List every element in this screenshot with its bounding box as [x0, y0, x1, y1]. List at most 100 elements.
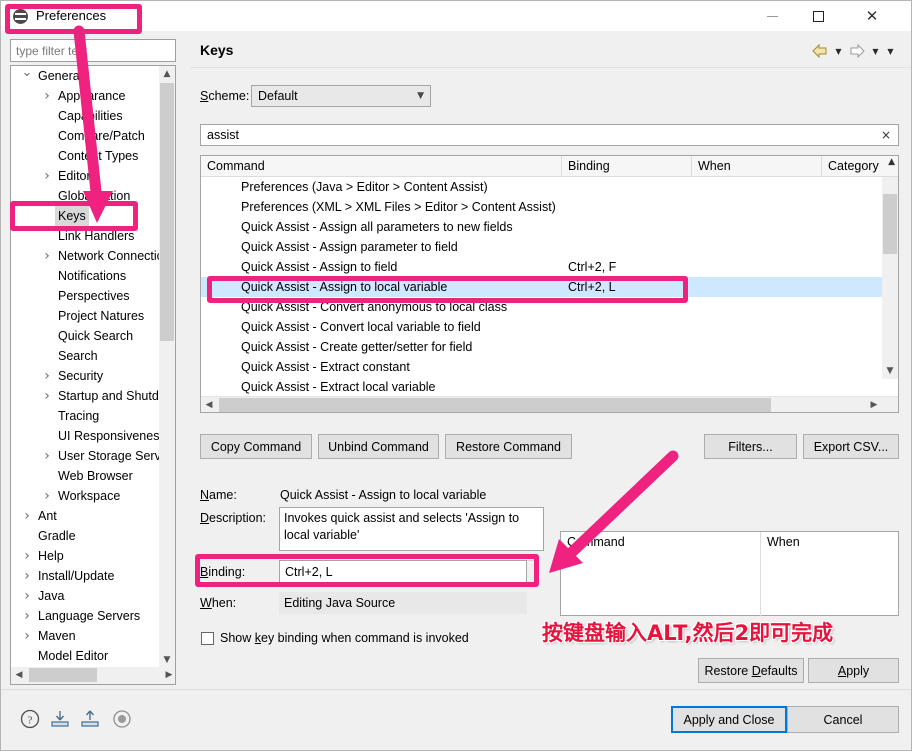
- sidebar-item-gradle[interactable]: Gradle: [11, 526, 161, 546]
- apply-button[interactable]: Apply: [808, 658, 899, 683]
- chevron-right-icon[interactable]: ›: [39, 366, 55, 386]
- table-row[interactable]: Preferences (Java > Editor > Content Ass…: [201, 177, 898, 197]
- sidebar-item-startup-and-shutdown[interactable]: ›Startup and Shutdown: [11, 386, 161, 406]
- sidebar-item-language-servers[interactable]: › Language Servers: [11, 606, 161, 626]
- scroll-left-icon[interactable]: ◀: [11, 667, 27, 684]
- scheme-select[interactable]: Default ▼: [251, 85, 431, 107]
- table-horizontal-scrollbar[interactable]: ◀ ▶: [201, 396, 898, 412]
- table-row[interactable]: Quick Assist - Assign all parameters to …: [201, 217, 898, 237]
- restore-defaults-button[interactable]: Restore Defaults: [698, 658, 804, 683]
- cancel-button[interactable]: Cancel: [787, 706, 899, 733]
- sidebar-item-notifications[interactable]: Notifications: [11, 266, 161, 286]
- filters-button[interactable]: Filters...: [704, 434, 797, 459]
- sidebar-item-capabilities[interactable]: Capabilities: [11, 106, 161, 126]
- chevron-right-icon[interactable]: ›: [19, 606, 35, 626]
- tree-horizontal-scrollbar[interactable]: ◀ ▶: [11, 667, 175, 684]
- sidebar-item-network-connections[interactable]: ›Network Connections: [11, 246, 161, 266]
- table-row[interactable]: Quick Assist - Convert local variable to…: [201, 317, 898, 337]
- column-header-when[interactable]: When: [692, 156, 822, 177]
- sidebar-item-editors[interactable]: › Editors: [11, 166, 161, 186]
- sidebar-item-link-handlers[interactable]: Link Handlers: [11, 226, 161, 246]
- sidebar-item-project-natures[interactable]: Project Natures: [11, 306, 161, 326]
- column-header-command[interactable]: Command: [201, 156, 562, 177]
- scroll-up-icon[interactable]: ▲: [159, 66, 175, 82]
- conflicts-column-when[interactable]: When: [761, 532, 898, 616]
- chevron-right-icon[interactable]: ›: [19, 546, 35, 566]
- conflicts-column-command[interactable]: Command: [561, 532, 761, 616]
- table-row[interactable]: Quick Assist - Assign parameter to field…: [201, 237, 898, 257]
- help-icon[interactable]: ?: [19, 708, 41, 730]
- import-icon[interactable]: [49, 708, 71, 730]
- table-scroll-left-icon[interactable]: ◀: [201, 397, 217, 412]
- preferences-tree[interactable]: ⌄ General › Appearance Capabilities Compare/P…: [10, 65, 176, 685]
- clear-search-icon[interactable]: ×: [881, 128, 891, 142]
- back-dropdown-caret-icon[interactable]: ▼: [832, 41, 845, 61]
- chevron-right-icon[interactable]: ›: [19, 506, 35, 526]
- sidebar-item-quick-search[interactable]: Quick Search: [11, 326, 161, 346]
- export-icon[interactable]: [79, 708, 101, 730]
- table-row[interactable]: Quick Assist - Assign to local variable C…: [201, 277, 898, 297]
- sidebar-item-globalization[interactable]: Globalization: [11, 186, 161, 206]
- sidebar-item-compare-patch[interactable]: Compare/Patch: [11, 126, 161, 146]
- sidebar-item-java[interactable]: › Java: [11, 586, 161, 606]
- copy-command-button[interactable]: Copy Command: [200, 434, 312, 459]
- sidebar-item-web-browser[interactable]: Web Browser: [11, 466, 161, 486]
- chevron-right-icon[interactable]: ›: [19, 626, 35, 646]
- sidebar-item-tracing[interactable]: Tracing: [11, 406, 161, 426]
- export-csv-button[interactable]: Export CSV...: [803, 434, 899, 459]
- restore-command-button[interactable]: Restore Command: [445, 434, 572, 459]
- forward-arrow-icon[interactable]: [847, 41, 867, 61]
- sidebar-item-perspectives[interactable]: Perspectives: [11, 286, 161, 306]
- table-hscroll-thumb[interactable]: [219, 398, 771, 412]
- back-arrow-icon[interactable]: [810, 41, 830, 61]
- sidebar-item-ui-responsiveness[interactable]: UI Responsiveness: [11, 426, 161, 446]
- scroll-down-icon[interactable]: ▼: [159, 652, 175, 668]
- search-input[interactable]: assist ×: [200, 124, 899, 146]
- scroll-right-icon[interactable]: ▶: [161, 667, 175, 684]
- sidebar-item-help[interactable]: › Help: [11, 546, 161, 566]
- filter-input[interactable]: type filter text: [10, 39, 176, 62]
- sidebar-item-appearance[interactable]: › Appearance: [11, 86, 161, 106]
- table-scroll-right-icon[interactable]: ▶: [866, 397, 882, 412]
- tree-hscroll-thumb[interactable]: [29, 668, 97, 682]
- chevron-right-icon[interactable]: ›: [39, 166, 55, 186]
- description-field[interactable]: Invokes quick assist and selects 'Assign…: [279, 507, 544, 551]
- forward-dropdown-caret-icon[interactable]: ▼: [869, 41, 882, 61]
- table-vscroll-thumb[interactable]: [883, 194, 897, 254]
- apply-and-close-button[interactable]: Apply and Close: [671, 706, 787, 733]
- sidebar-item-ant[interactable]: › Ant: [11, 506, 161, 526]
- chevron-down-icon[interactable]: ⌄: [19, 66, 35, 86]
- sidebar-item-search[interactable]: Search: [11, 346, 161, 366]
- when-select[interactable]: Editing Java Source: [279, 592, 527, 614]
- binding-input[interactable]: Ctrl+2, L: [279, 560, 527, 583]
- sidebar-item-user-storage-service[interactable]: ›User Storage Service: [11, 446, 161, 466]
- show-key-binding-checkbox[interactable]: [201, 631, 214, 645]
- table-row[interactable]: Quick Assist - Extract local variableSou…: [201, 377, 898, 396]
- chevron-right-icon[interactable]: ›: [39, 486, 55, 506]
- binding-input-scroll[interactable]: [527, 560, 536, 583]
- unbind-command-button[interactable]: Unbind Command: [318, 434, 439, 459]
- table-scroll-down-icon[interactable]: ▼: [882, 363, 898, 379]
- close-button[interactable]: ✕: [849, 1, 895, 31]
- conflicts-table[interactable]: Command When: [560, 531, 899, 616]
- minimize-button[interactable]: [749, 1, 795, 31]
- sidebar-item-keys[interactable]: Keys: [11, 206, 161, 226]
- show-key-binding-checkbox-row[interactable]: Show key binding when command is invoked: [201, 631, 469, 645]
- panel-divider[interactable]: [185, 32, 189, 689]
- maximize-button[interactable]: [795, 1, 841, 31]
- sidebar-item-security[interactable]: › Security: [11, 366, 161, 386]
- chevron-right-icon[interactable]: ›: [39, 386, 55, 406]
- key-bindings-table[interactable]: Command ˄ Binding When Category ▲ Prefer…: [200, 155, 899, 413]
- sidebar-item-general[interactable]: ⌄ General: [11, 66, 161, 86]
- sidebar-item-model-editor[interactable]: Model Editor: [11, 646, 161, 666]
- table-row[interactable]: Quick Assist - Create getter/setter for …: [201, 337, 898, 357]
- table-vertical-scrollbar[interactable]: ▼: [882, 177, 898, 379]
- table-row[interactable]: Quick Assist - Assign to fieldCtrl+2, FE…: [201, 257, 898, 277]
- tree-vertical-scrollbar[interactable]: ▲ ▼: [159, 66, 175, 668]
- sidebar-item-maven[interactable]: › Maven: [11, 626, 161, 646]
- table-scroll-up-icon[interactable]: ▲: [888, 157, 895, 167]
- sidebar-item-install-update[interactable]: › Install/Update: [11, 566, 161, 586]
- chevron-right-icon[interactable]: ›: [39, 246, 55, 266]
- sidebar-item-workspace[interactable]: › Workspace: [11, 486, 161, 506]
- column-header-binding[interactable]: Binding: [562, 156, 692, 177]
